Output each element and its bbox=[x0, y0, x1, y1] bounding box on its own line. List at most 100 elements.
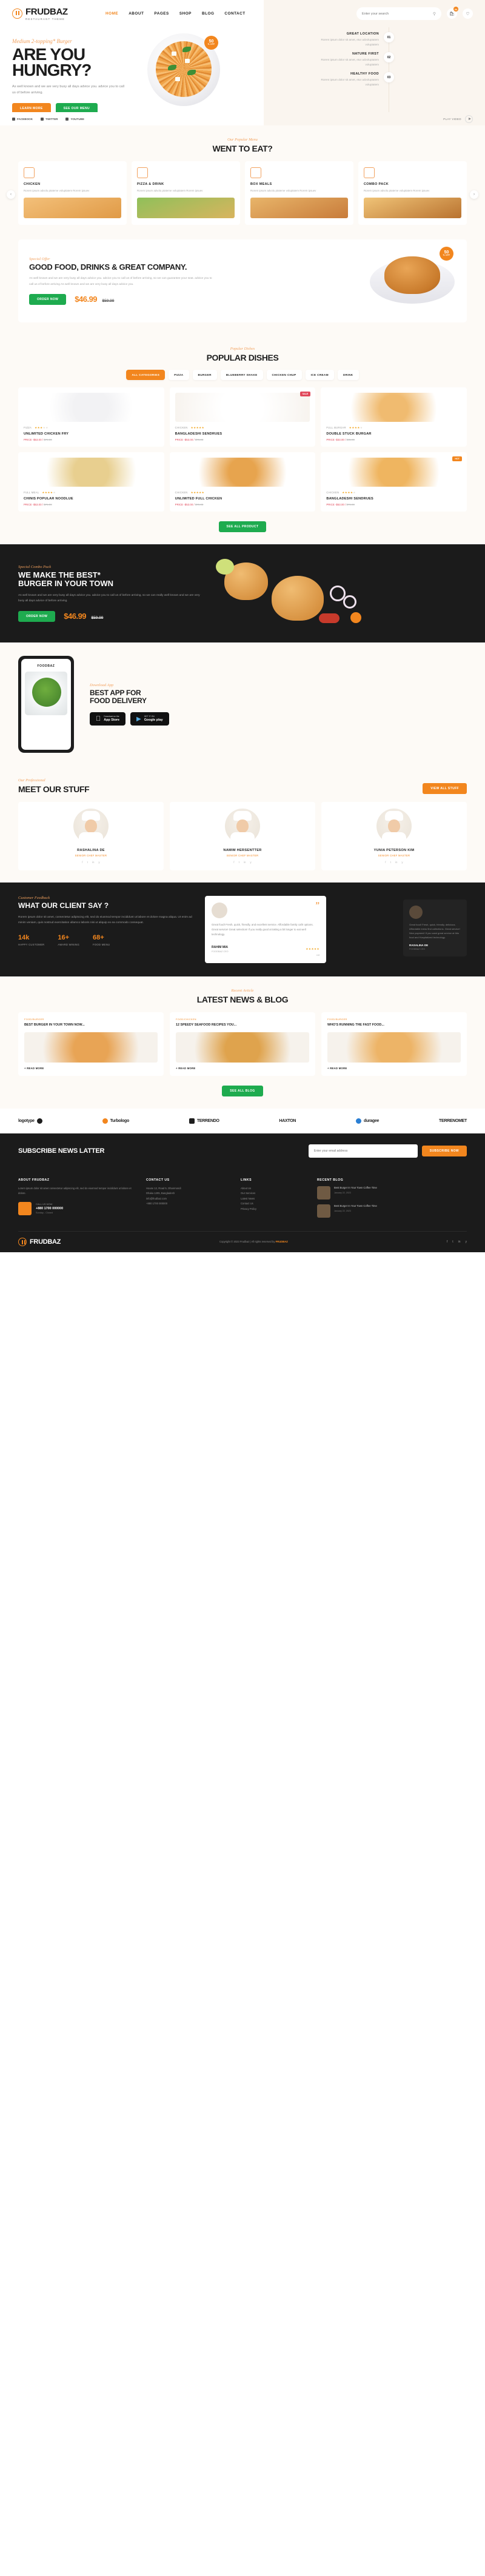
social-link-youtube[interactable]: YOUTUBE bbox=[65, 117, 84, 121]
nav-item-about[interactable]: ABOUT bbox=[129, 12, 144, 16]
brand-logo-terrenomet: TERRENOMET bbox=[439, 1119, 467, 1123]
category-card-combo-pack[interactable]: COMBO PACK Rorem ipsum advolu ptateme vo… bbox=[358, 161, 467, 225]
nav-item-shop[interactable]: SHOP bbox=[179, 12, 192, 16]
dish-category: FIZZA bbox=[24, 426, 32, 430]
contact-phone[interactable]: +880 1700 000000 bbox=[36, 1207, 63, 1210]
search-icon[interactable]: ⚲ bbox=[433, 12, 436, 16]
footer-link[interactable]: Our Services bbox=[241, 1191, 307, 1196]
twitter-icon[interactable]: t bbox=[390, 861, 391, 864]
footer-recent-post[interactable]: Best Burger In Your Town Coffee Time Jan… bbox=[317, 1204, 467, 1218]
staff-card[interactable]: NAMIM HERSENTTER SENIOR CHEF MASTER f t in… bbox=[170, 801, 315, 870]
dish-card[interactable]: FULL MEAL ★★★★★ CHINIS POPULAR NOODLUE P… bbox=[18, 452, 164, 512]
learn-more-button[interactable]: LEARN MORE bbox=[12, 102, 51, 112]
wishlist-button[interactable]: ♡ bbox=[463, 8, 473, 19]
category-card-pizza-drink[interactable]: PIZZA & DRINK Rorem ipsum advolu ptateme… bbox=[132, 161, 240, 225]
footer-link[interactable]: About Us bbox=[241, 1186, 307, 1191]
tab-drink[interactable]: DRINK bbox=[337, 369, 359, 380]
post-image bbox=[176, 1032, 309, 1063]
see-all-products-button[interactable]: SEE ALL PRODUCT bbox=[218, 521, 267, 532]
footer-contact-item[interactable]: info@frudbaz.com bbox=[146, 1196, 231, 1201]
brand-logo[interactable]: FRUDBAZ RESTAURANT THEME bbox=[12, 7, 97, 21]
instagram-icon[interactable]: in bbox=[395, 861, 398, 864]
footer-contact-item[interactable]: +880 1700 000000 bbox=[146, 1201, 231, 1206]
feature-number: 02 bbox=[384, 52, 394, 63]
tab-pizza[interactable]: PIZZA bbox=[169, 369, 189, 380]
dish-category: CHICKEN bbox=[326, 491, 340, 495]
social-link-twitter[interactable]: TWITTER bbox=[41, 117, 58, 121]
linkedin-icon[interactable]: in bbox=[458, 1240, 461, 1244]
newsletter-email-input[interactable] bbox=[308, 1144, 418, 1158]
footer-recent-post[interactable]: Best Burger In Your Town Coffee Time Jan… bbox=[317, 1186, 467, 1200]
app-store-button[interactable]:  Download on the App Store bbox=[90, 712, 126, 726]
facebook-icon[interactable]: f bbox=[385, 861, 386, 864]
brand-logo-turbologo: Turbologo bbox=[102, 1118, 129, 1124]
feature-title: GREAT LOCATION bbox=[346, 32, 379, 36]
banner-price-new: $46.99 bbox=[64, 612, 87, 621]
blog-post-card[interactable]: FOOD/CHICKEN 12 SPEEDY SEAFOOD RECIPES Y… bbox=[170, 1012, 315, 1076]
testimonial-card-primary[interactable]: ” Great food! Fresh, quick, friendly, an… bbox=[205, 895, 326, 964]
category-card-box-meals[interactable]: BOX MEALS Rorem ipsum advolu ptateme vol… bbox=[245, 161, 353, 225]
phone-mockup: FOODBAZ bbox=[18, 655, 74, 753]
search-box[interactable]: ⚲ bbox=[356, 7, 441, 20]
tab-chicken-chup[interactable]: CHICKEN CHUP bbox=[266, 369, 302, 380]
nav-item-blog[interactable]: BLOG bbox=[202, 12, 214, 16]
nav-item-pages[interactable]: PAGES bbox=[154, 12, 169, 16]
facebook-icon[interactable]: f bbox=[233, 861, 234, 864]
category-card-chicken[interactable]: CHICKEN Rorem ipsum advolu ptateme volup… bbox=[18, 161, 127, 225]
see-all-blog-button[interactable]: SEE ALL BLOG bbox=[222, 1085, 263, 1096]
footer-contact-item: Dhaka 1205, Bangladesh bbox=[146, 1192, 175, 1195]
youtube-icon[interactable]: y bbox=[401, 861, 403, 864]
nav-item-contact[interactable]: CONTACT bbox=[224, 12, 245, 16]
testimonial-card-secondary[interactable]: Great food! Fresh, quick, friendly, deli… bbox=[403, 899, 467, 956]
post-read-more[interactable]: + READ MORE bbox=[24, 1067, 158, 1070]
search-input[interactable] bbox=[362, 12, 433, 16]
staff-card[interactable]: RASHALINA DE SENIOR CHEF MASTER f t in y bbox=[18, 801, 164, 870]
dish-card[interactable]: FULL BURGAR ★★★★★ DOUBLE STUCK BURGAR PR… bbox=[321, 387, 467, 447]
instagram-icon[interactable]: in bbox=[92, 861, 95, 864]
see-menu-button[interactable]: SEE OUR MENU bbox=[55, 102, 98, 112]
instagram-icon[interactable]: in bbox=[244, 861, 246, 864]
view-all-staff-button[interactable]: VIEW ALL STUFF bbox=[423, 782, 467, 794]
cart-button[interactable]: 🛍 04 bbox=[447, 7, 458, 19]
feature-title: HEALTHY FOOD bbox=[350, 72, 379, 76]
sauce-icon bbox=[350, 612, 361, 623]
dish-card[interactable]: SALE CHICKEN ★★★★★ BANGLADESHI SENDRUES … bbox=[169, 387, 316, 447]
twitter-icon[interactable]: t bbox=[452, 1240, 453, 1244]
footer-brand[interactable]: FRUDBAZ bbox=[18, 1237, 61, 1246]
blog-post-card[interactable]: FOOD/BURGER WHO'S RUNNING THE FAST FOOD.… bbox=[321, 1012, 467, 1076]
dish-card[interactable]: HOT CHICKEN ★★★★★ BANGLADESHI SENDRUES P… bbox=[321, 452, 467, 512]
dish-card[interactable]: CHICKEN ★★★★★ UNLIMITED FULL CHICKEN PRI… bbox=[169, 452, 316, 512]
social-link-facebook[interactable]: FACEBOOK bbox=[12, 117, 33, 121]
subscribe-button[interactable]: SUBSCRIBE NOW bbox=[421, 1145, 467, 1156]
footer-link[interactable]: Privacy Policy bbox=[241, 1207, 307, 1212]
offer-price-old: $59.99 bbox=[102, 299, 115, 304]
blog-post-card[interactable]: FOOD/BURGER BEST BURGER IN YOUR TOWN NOW… bbox=[18, 1012, 164, 1076]
twitter-icon[interactable]: t bbox=[87, 861, 88, 864]
footer-link[interactable]: Latest News bbox=[241, 1196, 307, 1201]
testimonial-title: WHAT OUR CLIENT SAY ? bbox=[18, 901, 109, 910]
staff-card[interactable]: YUNIA PETERSON KIM SENIOR CHEF MASTER f t… bbox=[321, 801, 467, 870]
tab-blueberry-shake[interactable]: BLUEBERRY SHAKE bbox=[220, 369, 263, 380]
carousel-next-button[interactable]: › bbox=[470, 190, 478, 199]
tab-all-categories[interactable]: ALL CATEGORIES bbox=[126, 369, 166, 380]
tab-burger[interactable]: BURGER bbox=[192, 369, 217, 380]
banner-order-button[interactable]: ORDER NOW bbox=[18, 611, 56, 622]
footer-link[interactable]: Contact Us bbox=[241, 1201, 307, 1206]
dish-price-old: $76.00 bbox=[195, 502, 204, 506]
youtube-icon[interactable]: y bbox=[466, 1240, 467, 1244]
post-read-more[interactable]: + READ MORE bbox=[176, 1067, 309, 1070]
offer-order-button[interactable]: ORDER NOW bbox=[29, 294, 67, 305]
carousel-prev-button[interactable]: ‹ bbox=[7, 190, 15, 199]
dish-image bbox=[24, 392, 159, 422]
dish-card[interactable]: FIZZA ★★★★★ UNLIMITED CHICKEN FRY PRICE … bbox=[18, 387, 164, 447]
tab-ice-cream[interactable]: ICE CREAM bbox=[305, 369, 334, 380]
youtube-icon[interactable]: y bbox=[250, 861, 251, 864]
post-read-more[interactable]: + READ MORE bbox=[327, 1067, 461, 1070]
nav-item-home[interactable]: HOME bbox=[105, 12, 118, 16]
google-play-button[interactable]: ▶ GET IT ON Google play bbox=[130, 712, 169, 726]
onion-ring-icon bbox=[343, 595, 356, 609]
play-video-label: PLAY VIDEO bbox=[443, 117, 461, 121]
youtube-icon[interactable]: y bbox=[98, 861, 99, 864]
play-button-icon[interactable] bbox=[465, 115, 473, 123]
logo-mark-icon bbox=[356, 1118, 361, 1124]
